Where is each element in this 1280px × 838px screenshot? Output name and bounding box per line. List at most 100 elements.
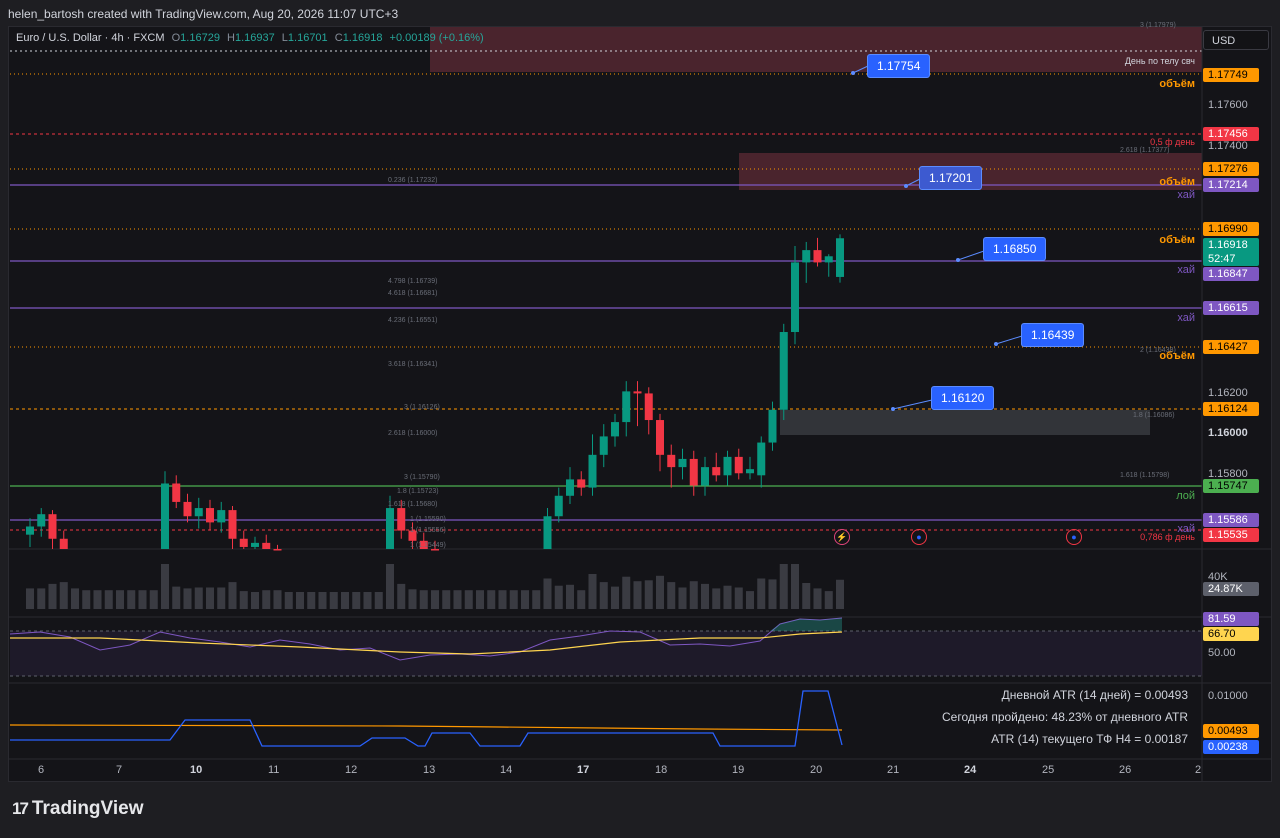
- candle-body: [768, 409, 777, 443]
- volume-bar: [206, 587, 214, 609]
- fib-label: 1 (1.15590): [410, 516, 446, 523]
- level-label: хай: [1177, 264, 1195, 276]
- time-axis-label: 12: [345, 764, 358, 776]
- volume-bar: [836, 579, 844, 609]
- volume-bar: [374, 592, 383, 609]
- atr-daily-tag: 0.00493: [1203, 724, 1259, 738]
- volume-bar: [71, 588, 79, 609]
- time-axis-label: 25: [1042, 764, 1055, 776]
- time-axis-label: 6: [38, 764, 45, 776]
- volume-bar: [408, 589, 417, 609]
- volume-bar: [26, 588, 34, 609]
- candle-body: [757, 442, 766, 476]
- close-label: C: [334, 32, 343, 44]
- candle-body: [543, 516, 552, 549]
- fib-label: 4.798 (1.16739): [388, 278, 438, 285]
- volume-bar: [37, 588, 46, 609]
- fib-label: 1.618 (1.15680): [388, 501, 438, 508]
- candle-body: [228, 510, 237, 539]
- fib-label: 1.8 (1.16086): [1133, 412, 1175, 419]
- economic-event-icon[interactable]: ●: [911, 529, 927, 545]
- volume-bar: [138, 590, 147, 609]
- price-tag: 1.15747: [1203, 479, 1259, 493]
- price-axis-label: 1.17600: [1208, 99, 1248, 111]
- time-axis-label: 20: [810, 764, 823, 776]
- open-label: O: [171, 32, 181, 44]
- candle-body: [712, 467, 721, 476]
- price-tag: 1.16990: [1203, 222, 1259, 236]
- volume-bar: [532, 590, 541, 609]
- zone-low: [780, 410, 1150, 435]
- price-tag: 1.15586: [1203, 513, 1259, 527]
- time-axis-label: 2: [1195, 764, 1202, 776]
- volume-bar: [93, 590, 102, 609]
- volume-bar: [363, 592, 372, 609]
- volume-bar: [824, 591, 833, 609]
- volume-bar: [678, 587, 687, 609]
- price-callout[interactable]: 1.16439: [1021, 323, 1085, 347]
- callout-anchor: [956, 258, 960, 262]
- candle-body: [206, 508, 214, 523]
- fib-label: 1 (1.15449): [410, 542, 446, 549]
- currency-button[interactable]: USD: [1203, 30, 1269, 50]
- candle-body: [273, 549, 282, 551]
- volume-bar: [397, 583, 406, 609]
- candle-body: [644, 393, 653, 421]
- lightning-event-icon[interactable]: ⚡: [834, 529, 850, 545]
- fib-label: 3 (1.16126): [404, 404, 440, 411]
- volume-bar: [431, 590, 439, 609]
- change-value: +0.00189 (+0.16%): [389, 32, 484, 44]
- volume-bar: [59, 582, 68, 609]
- candle-body: [386, 508, 394, 549]
- volume-bar: [296, 592, 304, 609]
- volume-bar: [588, 574, 597, 609]
- volume-bar: [599, 582, 608, 609]
- volume-bar: [194, 587, 203, 609]
- candle-body: [599, 436, 608, 455]
- price-callout[interactable]: 1.17754: [867, 54, 931, 78]
- volume-bar: [284, 592, 293, 609]
- candle-body: [37, 514, 46, 527]
- time-axis-label: 26: [1119, 764, 1132, 776]
- tradingview-logo[interactable]: 17 TradingView: [12, 798, 144, 820]
- volume-bar: [262, 590, 271, 609]
- rsi-ma-tag: 66.70: [1203, 627, 1259, 641]
- callout-pointer: [892, 399, 933, 410]
- candle-body: [26, 526, 34, 535]
- volume-bar: [273, 590, 282, 609]
- candle-body: [667, 454, 676, 468]
- price-callout[interactable]: 1.16120: [931, 386, 995, 410]
- callout-pointer: [957, 250, 985, 261]
- low-value: 1.16701: [287, 32, 328, 44]
- candle-body: [554, 495, 563, 517]
- volume-bar: [746, 591, 754, 609]
- candle-body: [723, 456, 732, 476]
- volume-bar: [723, 585, 732, 609]
- volume-bar: [104, 590, 113, 609]
- fib-label: 2.618 (1.16000): [388, 430, 438, 437]
- level-label: объём: [1159, 78, 1195, 90]
- time-axis-label: 11: [268, 764, 280, 776]
- candle-body: [251, 542, 259, 547]
- price-tag: 1.16847: [1203, 267, 1259, 281]
- volume-bar: [791, 564, 799, 609]
- price-callout[interactable]: 1.17201: [919, 166, 983, 190]
- time-axis-label: 24: [964, 764, 977, 776]
- volume-bar: [307, 592, 316, 609]
- candle-body: [611, 422, 619, 437]
- price-callout[interactable]: 1.16850: [983, 237, 1047, 261]
- time-axis-label: 17: [577, 764, 590, 776]
- time-axis-label: 18: [655, 764, 668, 776]
- callout-anchor: [994, 342, 998, 346]
- atr-daily-text: Дневной ATR (14 дней) = 0.00493: [1001, 688, 1188, 702]
- fib-label: 2.618 (1.17377): [1120, 147, 1170, 154]
- tradingview-logo-icon: 17: [12, 799, 29, 818]
- economic-event-icon[interactable]: ●: [1066, 529, 1082, 545]
- volume-bar: [622, 576, 631, 609]
- atr-current-tag: 0.00238: [1203, 740, 1259, 754]
- price-tag: 1.16124: [1203, 402, 1259, 416]
- volume-bar: [667, 582, 676, 609]
- candle-body: [239, 538, 248, 547]
- volume-bar: [521, 590, 529, 609]
- volume-bar: [419, 590, 428, 609]
